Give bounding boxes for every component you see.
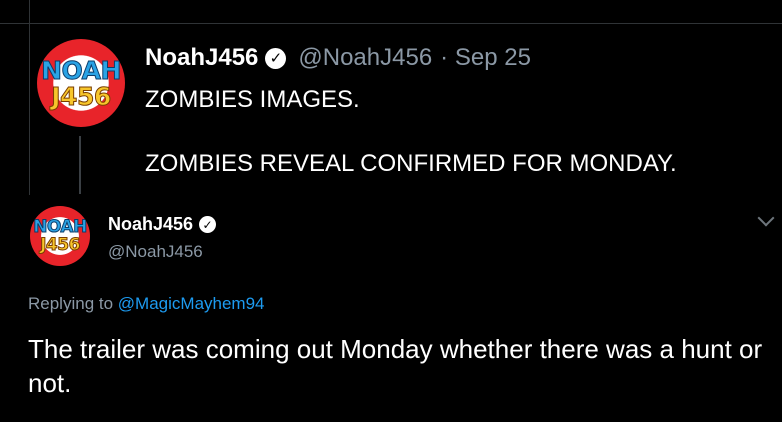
top-divider <box>0 23 782 24</box>
date-value: Sep 25 <box>454 44 531 71</box>
reply-text: The trailer was coming out Monday whethe… <box>28 334 763 398</box>
replying-to-link[interactable]: @MagicMayhem94 <box>118 294 265 313</box>
avatar-text-line1: NOAH <box>33 216 88 237</box>
reply-avatar[interactable]: NOAH J456 <box>30 206 90 266</box>
reply-author-handle[interactable]: @NoahJ456 <box>108 242 203 262</box>
author-handle[interactable]: @NoahJ456 <box>298 44 432 72</box>
tweet-date[interactable]: · Sep 25 <box>440 44 531 72</box>
author-name[interactable]: NoahJ456 <box>145 44 258 72</box>
replying-to: Replying to @MagicMayhem94 <box>28 294 265 314</box>
replying-prefix: Replying to <box>28 294 114 313</box>
avatar-text-line2: J456 <box>40 234 81 255</box>
thread-border <box>29 0 30 195</box>
avatar-text-line1: NOAH <box>41 55 122 85</box>
reply-author-name: NoahJ456 <box>108 214 194 234</box>
thread-connector-line <box>79 136 81 194</box>
reply-author[interactable]: NoahJ456 ✓ <box>108 214 217 235</box>
tweet-header: NoahJ456 ✓ @NoahJ456 · Sep 25 <box>145 44 531 72</box>
avatar[interactable]: NOAH J456 <box>37 39 125 127</box>
date-separator: · <box>440 44 449 71</box>
avatar-text-line2: J456 <box>51 81 112 111</box>
tweet-line: ZOMBIES IMAGES. <box>145 86 360 113</box>
verified-badge-icon: ✓ <box>265 47 287 69</box>
tweet-text: ZOMBIES IMAGES. ZOMBIES REVEAL CONFIRMED… <box>145 85 677 179</box>
verified-badge-icon: ✓ <box>199 216 217 233</box>
tweet-line: ZOMBIES REVEAL CONFIRMED FOR MONDAY. <box>145 150 677 177</box>
